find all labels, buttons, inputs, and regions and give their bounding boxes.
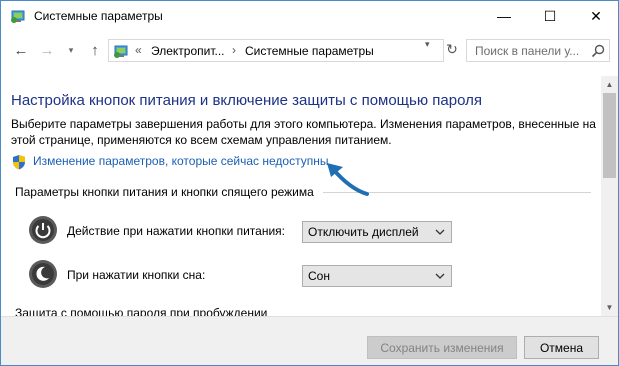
- power-button-action-value: Отключить дисплей: [308, 225, 419, 239]
- power-button-action-label: Действие при нажатии кнопки питания:: [67, 224, 286, 238]
- back-button[interactable]: ←: [11, 40, 31, 60]
- page-title: Настройка кнопок питания и включение защ…: [11, 92, 482, 109]
- sleep-button-action-value: Сон: [308, 269, 330, 283]
- save-changes-button[interactable]: Сохранить изменения: [367, 336, 517, 359]
- power-button-action-select[interactable]: Отключить дисплей: [302, 221, 452, 243]
- breadcrumb-item[interactable]: Электропит...: [151, 44, 225, 58]
- shield-icon: [13, 155, 25, 170]
- breadcrumb-separator-icon[interactable]: ›: [232, 43, 236, 57]
- minimize-icon: —: [497, 8, 511, 24]
- scroll-up-icon[interactable]: ▲: [601, 76, 618, 93]
- address-bar[interactable]: « Электропит... › Системные параметры: [108, 39, 444, 62]
- password-protection-section-title: Защита с помощью пароля при пробуждении: [15, 306, 268, 316]
- power-buttons-section-title: Параметры кнопки питания и кнопки спящег…: [15, 185, 314, 199]
- maximize-button[interactable]: ☐: [527, 1, 573, 31]
- power-button-icon: [29, 216, 57, 244]
- refresh-icon: ↻: [446, 41, 458, 57]
- search-icon: [591, 44, 605, 58]
- system-settings-window: Системные параметры — ☐ ✕ ← → ▾ ↑ « Элек…: [0, 0, 619, 366]
- change-unavailable-settings-link[interactable]: Изменение параметров, которые сейчас нед…: [33, 154, 329, 168]
- footer-bar: Сохранить изменения Отмена: [1, 316, 618, 365]
- sleep-button-action-label: При нажатии кнопки сна:: [67, 268, 206, 282]
- main-content: Настройка кнопок питания и включение защ…: [1, 76, 601, 316]
- forward-button[interactable]: →: [37, 40, 57, 60]
- arrow-left-icon: ←: [13, 41, 29, 59]
- scroll-thumb[interactable]: [603, 93, 616, 178]
- search-input[interactable]: Поиск в панели у...: [466, 39, 610, 62]
- close-button[interactable]: ✕: [573, 1, 618, 31]
- page-description: Выберите параметры завершения работы для…: [11, 117, 596, 147]
- search-placeholder: Поиск в панели у...: [475, 44, 580, 58]
- chevron-down-icon: [435, 229, 445, 235]
- refresh-button[interactable]: ↻: [441, 38, 463, 61]
- sleep-button-action-select[interactable]: Сон: [302, 265, 452, 287]
- breadcrumb-overflow-icon[interactable]: «: [135, 43, 142, 57]
- control-panel-icon: [114, 45, 128, 58]
- arrow-right-icon: →: [39, 41, 55, 59]
- vertical-scrollbar[interactable]: ▲ ▼: [601, 76, 618, 316]
- cancel-button[interactable]: Отмена: [524, 336, 599, 359]
- pointer-arrow-icon: [327, 163, 369, 196]
- arrow-up-icon: ↑: [91, 41, 99, 59]
- chevron-down-icon: [435, 273, 445, 279]
- chevron-down-icon: ▾: [68, 44, 74, 55]
- maximize-icon: ☐: [543, 7, 557, 24]
- window-title: Системные параметры: [34, 9, 163, 23]
- sleep-button-icon: [29, 260, 57, 288]
- close-icon: ✕: [590, 7, 602, 24]
- up-button[interactable]: ↑: [85, 40, 105, 60]
- breadcrumb-item[interactable]: Системные параметры: [245, 44, 374, 58]
- address-dropdown-icon[interactable]: ▾: [425, 39, 430, 50]
- control-panel-icon: [11, 10, 25, 23]
- title-bar: Системные параметры — ☐ ✕: [1, 1, 618, 32]
- minimize-button[interactable]: —: [481, 1, 527, 31]
- scroll-down-icon[interactable]: ▼: [601, 299, 618, 316]
- recent-locations-button[interactable]: ▾: [61, 40, 81, 60]
